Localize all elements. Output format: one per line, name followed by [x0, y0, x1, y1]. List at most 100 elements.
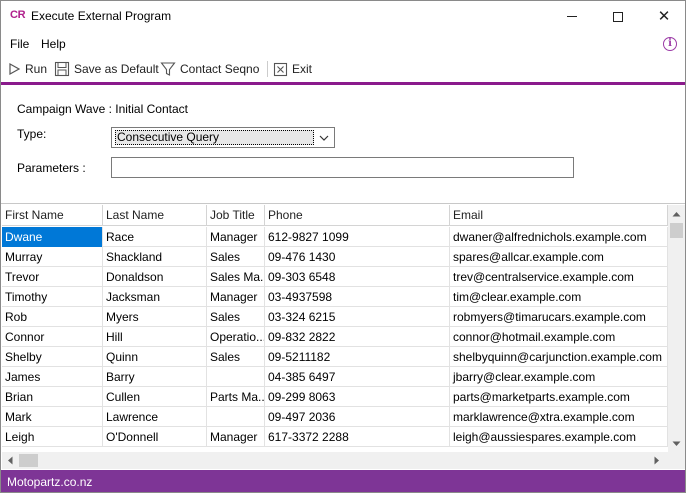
- minimize-button[interactable]: [549, 1, 595, 32]
- cell-last-name[interactable]: Lawrence: [103, 407, 207, 427]
- cell-phone[interactable]: 03-324 6215: [265, 307, 450, 327]
- vertical-scrollbar[interactable]: [668, 205, 685, 452]
- cell-first-name[interactable]: Mark: [2, 407, 103, 427]
- cell-email[interactable]: marklawrence@xtra.example.com: [450, 407, 668, 427]
- close-button[interactable]: ✕: [641, 1, 685, 32]
- cell-job-title[interactable]: [207, 407, 265, 427]
- cell-job-title[interactable]: Sales Ma...: [207, 267, 265, 287]
- cell-last-name[interactable]: Donaldson: [103, 267, 207, 287]
- menu-help[interactable]: Help: [41, 37, 66, 51]
- cell-last-name[interactable]: Myers: [103, 307, 207, 327]
- column-header-last-name[interactable]: Last Name: [103, 205, 207, 226]
- vertical-scroll-thumb[interactable]: [670, 223, 683, 238]
- cell-phone[interactable]: 09-476 1430: [265, 247, 450, 267]
- cell-first-name[interactable]: Brian: [2, 387, 103, 407]
- exit-button[interactable]: Exit: [273, 59, 312, 79]
- cell-first-name[interactable]: Connor: [2, 327, 103, 347]
- cell-phone[interactable]: 09-303 6548: [265, 267, 450, 287]
- type-select[interactable]: Consecutive Query: [111, 127, 335, 148]
- save-icon: [54, 61, 70, 77]
- cell-email[interactable]: spares@allcar.example.com: [450, 247, 668, 267]
- table-row[interactable]: Timothy Jacksman Manager 03-4937598 tim@…: [2, 287, 668, 307]
- cell-phone[interactable]: 09-299 8063: [265, 387, 450, 407]
- cell-phone[interactable]: 03-4937598: [265, 287, 450, 307]
- cell-email[interactable]: leigh@aussiespares.example.com: [450, 427, 668, 447]
- cell-email[interactable]: dwaner@alfrednichols.example.com: [450, 227, 668, 247]
- menu-file[interactable]: File: [10, 37, 29, 51]
- cell-first-name[interactable]: Dwane: [2, 227, 103, 247]
- table-row[interactable]: Mark Lawrence 09-497 2036 marklawrence@x…: [2, 407, 668, 427]
- cell-job-title[interactable]: Sales: [207, 307, 265, 327]
- cell-job-title[interactable]: Manager: [207, 227, 265, 247]
- parameters-input[interactable]: [111, 157, 574, 178]
- chevron-down-icon: [319, 135, 329, 141]
- cell-job-title[interactable]: Operatio...: [207, 327, 265, 347]
- cell-first-name[interactable]: Rob: [2, 307, 103, 327]
- app-logo-icon: CR: [10, 9, 26, 21]
- horizontal-scrollbar[interactable]: [2, 452, 668, 469]
- cell-last-name[interactable]: Race: [103, 227, 207, 247]
- table-row[interactable]: Murray Shackland Sales 09-476 1430 spare…: [2, 247, 668, 267]
- table-row[interactable]: Leigh O'Donnell Manager 617-3372 2288 le…: [2, 427, 668, 447]
- cell-email[interactable]: connor@hotmail.example.com: [450, 327, 668, 347]
- table-row[interactable]: Trevor Donaldson Sales Ma... 09-303 6548…: [2, 267, 668, 287]
- title-bar[interactable]: CR Execute External Program ✕: [1, 1, 685, 32]
- cell-email[interactable]: jbarry@clear.example.com: [450, 367, 668, 387]
- contact-seqno-button[interactable]: Contact Seqno: [160, 59, 259, 79]
- table-row[interactable]: Shelby Quinn Sales 09-5211182 shelbyquin…: [2, 347, 668, 367]
- column-header-phone[interactable]: Phone: [265, 205, 450, 226]
- column-header-job-title[interactable]: Job Title: [207, 205, 265, 226]
- scroll-right-icon[interactable]: [654, 456, 660, 465]
- cell-job-title[interactable]: Sales: [207, 347, 265, 367]
- cell-phone[interactable]: 09-832 2822: [265, 327, 450, 347]
- cell-email[interactable]: trev@centralservice.example.com: [450, 267, 668, 287]
- cell-phone[interactable]: 09-497 2036: [265, 407, 450, 427]
- cell-job-title[interactable]: Sales: [207, 247, 265, 267]
- cell-last-name[interactable]: Jacksman: [103, 287, 207, 307]
- minimize-icon: [567, 16, 577, 17]
- scroll-left-icon[interactable]: [7, 456, 13, 465]
- save-as-default-button[interactable]: Save as Default: [54, 59, 159, 79]
- table-row[interactable]: Rob Myers Sales 03-324 6215 robmyers@tim…: [2, 307, 668, 327]
- cell-email[interactable]: tim@clear.example.com: [450, 287, 668, 307]
- menu-bar: File Help i: [1, 33, 685, 55]
- cell-email[interactable]: shelbyquinn@carjunction.example.com: [450, 347, 668, 367]
- cell-job-title[interactable]: Manager: [207, 427, 265, 447]
- column-header-first-name[interactable]: First Name: [2, 205, 103, 226]
- cell-phone[interactable]: 612-9827 1099: [265, 227, 450, 247]
- scroll-up-icon[interactable]: [672, 211, 681, 217]
- cell-last-name[interactable]: Shackland: [103, 247, 207, 267]
- cell-first-name[interactable]: James: [2, 367, 103, 387]
- maximize-button[interactable]: [595, 1, 641, 32]
- cell-last-name[interactable]: Hill: [103, 327, 207, 347]
- info-icon[interactable]: i: [663, 37, 677, 51]
- cell-email[interactable]: parts@marketparts.example.com: [450, 387, 668, 407]
- cell-job-title[interactable]: [207, 367, 265, 387]
- table-row[interactable]: Dwane Race Manager 612-9827 1099 dwaner@…: [2, 227, 668, 247]
- cell-phone[interactable]: 09-5211182: [265, 347, 450, 367]
- cell-last-name[interactable]: Barry: [103, 367, 207, 387]
- exit-icon: [273, 62, 288, 76]
- horizontal-scroll-thumb[interactable]: [19, 454, 38, 467]
- cell-first-name[interactable]: Murray: [2, 247, 103, 267]
- cell-last-name[interactable]: O'Donnell: [103, 427, 207, 447]
- cell-first-name[interactable]: Leigh: [2, 427, 103, 447]
- cell-first-name[interactable]: Timothy: [2, 287, 103, 307]
- cell-first-name[interactable]: Trevor: [2, 267, 103, 287]
- table-row[interactable]: Connor Hill Operatio... 09-832 2822 conn…: [2, 327, 668, 347]
- type-select-value: Consecutive Query: [115, 130, 314, 145]
- cell-last-name[interactable]: Cullen: [103, 387, 207, 407]
- table-row[interactable]: Brian Cullen Parts Ma... 09-299 8063 par…: [2, 387, 668, 407]
- cell-last-name[interactable]: Quinn: [103, 347, 207, 367]
- window-title: Execute External Program: [31, 9, 172, 23]
- column-header-email[interactable]: Email: [450, 205, 668, 226]
- cell-job-title[interactable]: Parts Ma...: [207, 387, 265, 407]
- scroll-down-icon[interactable]: [672, 441, 681, 447]
- cell-phone[interactable]: 617-3372 2288: [265, 427, 450, 447]
- cell-first-name[interactable]: Shelby: [2, 347, 103, 367]
- cell-email[interactable]: robmyers@timarucars.example.com: [450, 307, 668, 327]
- table-row[interactable]: James Barry 04-385 6497 jbarry@clear.exa…: [2, 367, 668, 387]
- cell-phone[interactable]: 04-385 6497: [265, 367, 450, 387]
- cell-job-title[interactable]: Manager: [207, 287, 265, 307]
- run-button[interactable]: Run: [7, 59, 47, 79]
